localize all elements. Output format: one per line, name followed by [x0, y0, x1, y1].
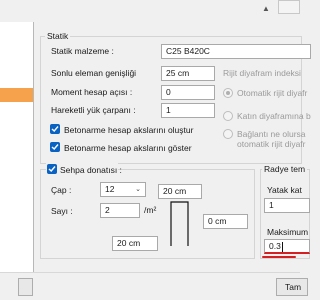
chevron-down-icon: ⌄ [135, 186, 141, 193]
scroll-arrow-icon[interactable]: ▲ [262, 4, 270, 13]
radio-unconnected[interactable] [223, 129, 233, 139]
live-load-label: Hareketli yük çarpanı : [51, 105, 136, 115]
cancel-button[interactable]: Tam [276, 278, 308, 296]
statik-group-title: Statik [45, 31, 71, 41]
title-bar-button[interactable] [278, 0, 300, 14]
count-field[interactable]: 2 [100, 203, 140, 218]
sehpa-checkbox[interactable] [47, 164, 57, 174]
error-underline [262, 256, 296, 258]
count-label: Sayı : [51, 206, 73, 216]
left-footer-button[interactable] [18, 278, 33, 296]
sehpa-right-length-field[interactable]: 0 cm [203, 214, 248, 229]
create-axes-label: Betonarme hesap akslarını oluştur [64, 125, 194, 135]
show-axes-checkbox[interactable] [50, 142, 60, 152]
show-axes-label: Betonarme hesap akslarını göster [64, 143, 192, 153]
radio-unconnected-label-2: otomatik rijit diyafr [237, 139, 306, 149]
live-load-field[interactable]: 1 [161, 103, 215, 118]
max-field[interactable]: 0.3 [264, 239, 310, 254]
moment-angle-label: Moment hesap açısı : [51, 87, 133, 97]
material-label: Statik malzeme : [51, 46, 114, 56]
yatak-field[interactable]: 1 [264, 198, 310, 213]
count-unit-label: /m² [144, 205, 157, 215]
window-top-bar [0, 0, 300, 22]
yatak-label: Yatak kat [267, 185, 302, 195]
max-label: Maksimum [267, 227, 309, 237]
cap-label: Çap : [51, 185, 72, 195]
radio-rigid-slab[interactable] [223, 111, 233, 121]
sehpa-shape-diagram [170, 201, 189, 246]
mesh-width-field[interactable]: 25 cm [161, 66, 215, 81]
footer-separator [0, 272, 300, 273]
material-field[interactable]: C25 B420C [161, 44, 311, 59]
radio-rigid-slab-label: Katın diyaframına b [237, 111, 311, 121]
radio-auto-label: Otomatik rijit diyafr [237, 88, 308, 98]
cap-select-value: 12 [105, 184, 115, 194]
mesh-width-label: Sonlu eleman genişliği [51, 68, 137, 78]
cancel-button-label: Tam [285, 282, 302, 292]
sehpa-checkbox-label: Sehpa donatısı : [60, 165, 122, 175]
moment-angle-field[interactable]: 0 [161, 85, 215, 100]
create-axes-checkbox[interactable] [50, 124, 60, 134]
cap-select[interactable]: 12 ⌄ [100, 182, 146, 197]
sehpa-top-length-field[interactable]: 20 cm [158, 184, 202, 199]
radio-auto-diaphragm[interactable] [223, 88, 233, 98]
radio-unconnected-label-1: Bağlantı ne olursa [237, 129, 306, 139]
sehpa-bottom-length-field[interactable]: 20 cm [112, 236, 158, 251]
text-cursor [281, 241, 283, 252]
rigid-diaphragm-label: Rijit diyafram indeksi [223, 68, 301, 78]
left-list-selected-item[interactable] [0, 88, 33, 102]
radye-group-title: Radye tem [262, 164, 308, 174]
left-list-panel[interactable] [0, 22, 34, 272]
max-field-value: 0.3 [269, 241, 281, 251]
